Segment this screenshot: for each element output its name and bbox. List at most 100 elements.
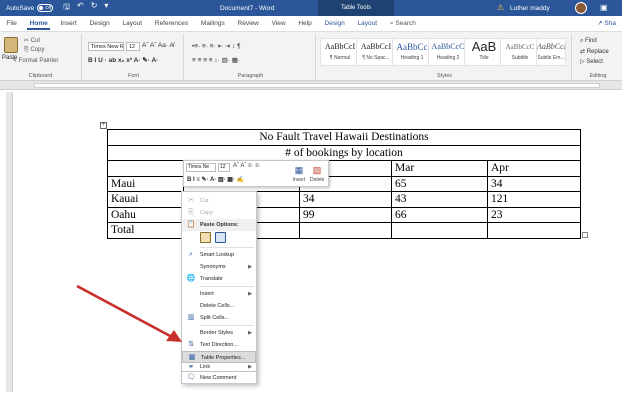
table-subtitle-cell[interactable]: # of bookings by location bbox=[107, 144, 581, 161]
table-header-cell[interactable]: Apr bbox=[487, 160, 581, 177]
mini-insert-button[interactable]: ▦ Insert bbox=[292, 164, 306, 183]
table-cell[interactable]: 121 bbox=[487, 191, 581, 208]
tab-review[interactable]: Review bbox=[231, 16, 265, 31]
table-cell[interactable]: 34 bbox=[487, 175, 581, 192]
table-title-cell[interactable]: No Fault Travel Hawaii Destinations bbox=[107, 129, 581, 146]
mini-toolbar: Times Ne 12 Aˆ Aˇ ≡· ≡· B I ≡ ✎· A· ▨· ▦… bbox=[183, 160, 329, 187]
format-painter-button[interactable]: ✎ Format Painter bbox=[12, 57, 58, 64]
menu-item-insert[interactable]: Insert ▶ bbox=[182, 288, 256, 300]
style-name: Title bbox=[479, 55, 489, 61]
select-button[interactable]: ▷ Select bbox=[580, 58, 603, 65]
table-header-cell[interactable]: Mar bbox=[391, 160, 488, 177]
paste-keep-formatting-icon[interactable] bbox=[200, 232, 211, 243]
menu-item-text-direction[interactable]: ⇅ Text Direction... bbox=[182, 339, 256, 351]
tab-file[interactable]: File bbox=[0, 16, 23, 31]
table-resize-handle[interactable] bbox=[582, 232, 588, 238]
menu-item-link[interactable]: ⚭ Link ▶ bbox=[182, 363, 256, 372]
table-cell[interactable]: 66 bbox=[391, 206, 488, 223]
menu-label: Split Cells... bbox=[200, 315, 230, 321]
table-cell[interactable]: Maui bbox=[107, 175, 184, 192]
style-name: Subtle Em... bbox=[537, 55, 565, 61]
paragraph-align-tools[interactable]: ≡ ≡ ≡ ≡ ↕· ▨· ▦· bbox=[192, 56, 240, 64]
cut-button[interactable]: ✂ Cut bbox=[24, 37, 40, 44]
table-cell[interactable]: Oahu bbox=[107, 206, 184, 223]
table-cell[interactable]: 43 bbox=[391, 191, 488, 208]
paste-icon[interactable] bbox=[4, 37, 18, 53]
tab-insert[interactable]: Insert bbox=[54, 16, 83, 31]
menu-item-new-comment[interactable]: 🗨 New Comment bbox=[181, 372, 257, 384]
autosave-toggle[interactable]: Off bbox=[37, 4, 54, 12]
mini-font-name-select[interactable]: Times Ne bbox=[186, 163, 216, 172]
save-icon[interactable]: 🖫 bbox=[63, 1, 70, 15]
menu-item-delete-cells[interactable]: Delete Cells... bbox=[182, 300, 256, 312]
avatar[interactable] bbox=[575, 2, 587, 14]
tab-table-design[interactable]: Design bbox=[318, 16, 351, 31]
tab-design[interactable]: Design bbox=[83, 16, 116, 31]
mini-size-tools[interactable]: Aˆ Aˇ ≡· ≡· bbox=[233, 163, 261, 169]
context-menu: ✂ Cut ⎘ Copy 📋 Paste Options: ⌕ Smart Lookup… bbox=[181, 191, 257, 372]
search-box[interactable]: ⌕ Search bbox=[383, 16, 422, 31]
copy-button[interactable]: ⎘ Copy bbox=[24, 47, 44, 54]
editing-group: ⌕ Find ⇄ Replace ▷ Select Editing bbox=[574, 34, 622, 80]
delete-table-icon: ▧ bbox=[312, 165, 322, 175]
mini-delete-button[interactable]: ▧ Delete bbox=[310, 164, 324, 183]
vertical-ruler[interactable] bbox=[6, 92, 13, 392]
table-move-handle[interactable]: + bbox=[100, 122, 107, 129]
tab-view[interactable]: View bbox=[265, 16, 292, 31]
redo-icon[interactable]: ↻ bbox=[91, 1, 98, 15]
table-cell[interactable]: 34 bbox=[299, 191, 392, 208]
warning-icon[interactable]: ⚠ bbox=[497, 3, 504, 12]
customize-qat-icon[interactable]: ▾ bbox=[104, 1, 108, 15]
horizontal-ruler[interactable] bbox=[0, 81, 622, 90]
table-cell[interactable]: Total bbox=[107, 222, 184, 239]
font-format-tools[interactable]: B I U · ab x₂ x² A· ✎· A· bbox=[88, 56, 158, 64]
table-cell[interactable] bbox=[107, 160, 184, 177]
paste-text-only-icon[interactable] bbox=[215, 232, 226, 243]
replace-button[interactable]: ⇄ Replace bbox=[580, 48, 609, 55]
font-name-select[interactable]: Times New Ro bbox=[88, 42, 124, 51]
tab-mailings[interactable]: Mailings bbox=[195, 16, 232, 31]
style-subtle-emphasis[interactable]: AaBbCcI Subtle Em... bbox=[536, 38, 566, 66]
style-heading-1[interactable]: AaBbCc Heading 1 bbox=[392, 38, 432, 66]
user-name[interactable]: Luther maddy bbox=[510, 5, 550, 12]
table-cell[interactable] bbox=[391, 222, 488, 239]
table-cell[interactable]: Kauai bbox=[107, 191, 184, 208]
font-size-tools[interactable]: Aˆ Aˇ Aa· A̸ bbox=[142, 42, 174, 49]
table-cell[interactable]: 99 bbox=[299, 206, 392, 223]
menu-item-border-styles[interactable]: Border Styles ▶ bbox=[182, 327, 256, 339]
menu-item-smart-lookup[interactable]: ⌕ Smart Lookup bbox=[182, 249, 256, 261]
tab-table-layout[interactable]: Layout bbox=[351, 16, 383, 31]
style-subtitle[interactable]: AaBbCcC Subtitle bbox=[500, 38, 540, 66]
table-cell[interactable] bbox=[299, 222, 392, 239]
ribbon-display-icon[interactable]: ▣ bbox=[600, 3, 608, 12]
menu-item-copy[interactable]: ⎘ Copy bbox=[182, 207, 256, 219]
font-group: Times New Ro 12 Aˆ Aˇ Aa· A̸ B I U · ab … bbox=[84, 34, 184, 80]
find-button[interactable]: ⌕ Find bbox=[580, 38, 597, 45]
menu-item-split-cells[interactable]: ▥ Split Cells... bbox=[182, 312, 256, 324]
menu-label: Text Direction... bbox=[200, 342, 238, 348]
tab-layout[interactable]: Layout bbox=[116, 16, 148, 31]
table-cell[interactable]: 65 bbox=[391, 175, 488, 192]
mini-format-tools[interactable]: B I ≡ ✎· A· ▨· ▦· ✍ bbox=[187, 176, 244, 183]
style-heading-2[interactable]: AaBbCcC Heading 2 bbox=[428, 38, 468, 66]
table-cell[interactable] bbox=[487, 222, 581, 239]
autosave-control[interactable]: AutoSave Off bbox=[6, 4, 54, 12]
table-cell[interactable]: 23 bbox=[487, 206, 581, 223]
style-no-spacing[interactable]: AaBbCcI ¶ No Spac... bbox=[356, 38, 396, 66]
tab-home[interactable]: Home bbox=[23, 16, 54, 31]
menu-item-table-properties[interactable]: ▦ Table Properties... bbox=[182, 351, 256, 363]
menu-item-translate[interactable]: 🌐 Translate bbox=[182, 273, 256, 285]
style-normal[interactable]: AaBbCcI ¶ Normal bbox=[320, 38, 360, 66]
menu-item-cut[interactable]: ✂ Cut bbox=[182, 195, 256, 207]
tab-references[interactable]: References bbox=[148, 16, 194, 31]
style-title[interactable]: AaB Title bbox=[464, 38, 504, 66]
paragraph-list-tools[interactable]: •≡· ≡· ≡· ⇤ ⇥ ↕ ¶ bbox=[192, 42, 241, 50]
style-sample: AaB bbox=[471, 39, 497, 54]
bookings-table[interactable]: No Fault Travel Hawaii Destinations # of… bbox=[107, 129, 581, 239]
font-size-select[interactable]: 12 bbox=[126, 42, 140, 51]
tab-help[interactable]: Help bbox=[292, 16, 318, 31]
menu-item-synonyms[interactable]: Synonyms ▶ bbox=[182, 261, 256, 273]
share-button[interactable]: ↗ Sha bbox=[597, 16, 616, 31]
mini-font-size-select[interactable]: 12 bbox=[218, 163, 230, 172]
undo-icon[interactable]: ↶ bbox=[77, 1, 84, 15]
